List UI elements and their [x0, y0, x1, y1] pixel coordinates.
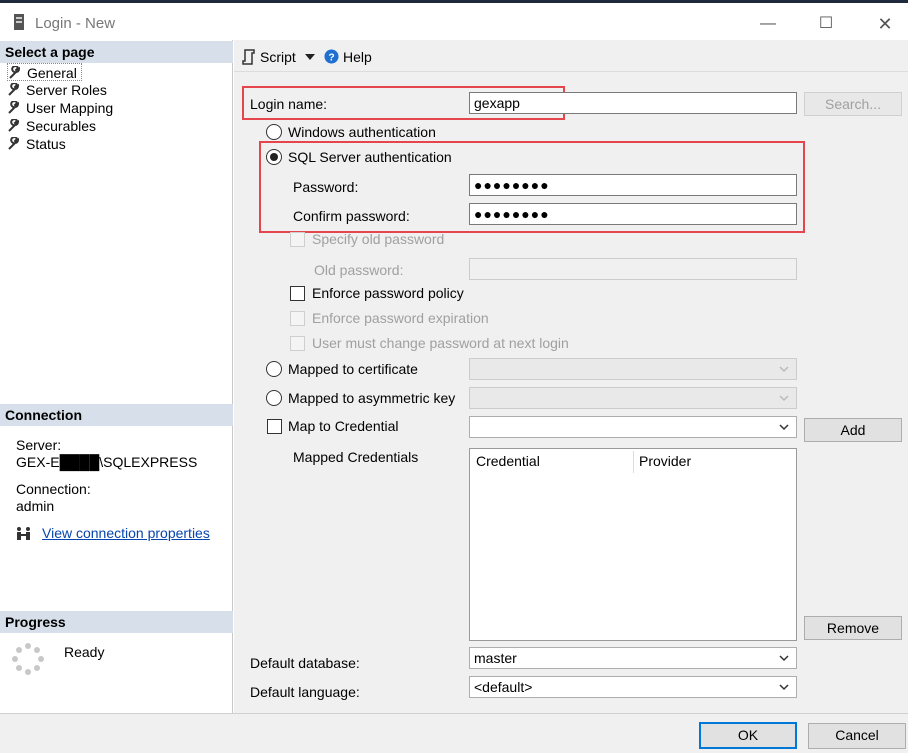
window-title: Login - New: [35, 15, 116, 32]
must-change-label: User must change password at next login: [312, 335, 569, 351]
windows-auth-label: Windows authentication: [288, 124, 436, 140]
title-bar: Login - New — ☐ ✕: [0, 3, 908, 40]
specify-old-password-checkbox[interactable]: [290, 232, 305, 247]
enforce-policy-checkbox[interactable]: [290, 286, 305, 301]
page-item-label: General: [27, 65, 77, 81]
grid-header-divider: [633, 451, 634, 473]
minimize-button[interactable]: —: [748, 11, 788, 37]
wrench-icon: [8, 137, 20, 150]
close-button[interactable]: ✕: [865, 11, 905, 37]
add-button[interactable]: Add: [804, 418, 902, 442]
page-item-status[interactable]: Status: [7, 135, 66, 153]
chevron-down-icon: [779, 684, 789, 691]
page-item-label: Securables: [26, 118, 97, 134]
must-change-checkbox[interactable]: [290, 336, 305, 351]
server-label: Server:: [16, 437, 62, 453]
connection-value: admin: [16, 498, 55, 514]
mapped-asym-key-radio[interactable]: [266, 390, 282, 406]
page-item-general[interactable]: General: [7, 63, 82, 81]
wrench-icon: [9, 66, 21, 79]
mapped-certificate-radio[interactable]: [266, 361, 282, 377]
progress-header: Progress: [0, 611, 233, 633]
sql-auth-radio[interactable]: [266, 149, 282, 165]
enforce-policy-label: Enforce password policy: [312, 285, 464, 301]
help-button[interactable]: Help: [343, 49, 372, 65]
default-language-label: Default language:: [250, 684, 360, 700]
page-item-server-roles[interactable]: Server Roles: [7, 81, 107, 99]
wrench-icon: [8, 119, 20, 132]
default-database-select[interactable]: master: [469, 647, 797, 669]
specify-old-password-label: Specify old password: [312, 231, 445, 247]
page-item-securables[interactable]: Securables: [7, 117, 96, 135]
svg-text:?: ?: [328, 52, 334, 63]
map-credential-label: Map to Credential: [288, 418, 399, 434]
certificate-select[interactable]: [469, 358, 797, 380]
default-language-select[interactable]: <default>: [469, 676, 797, 698]
chevron-down-icon: [779, 395, 789, 402]
asym-key-select[interactable]: [469, 387, 797, 409]
wrench-icon: [8, 101, 20, 114]
enforce-expiration-checkbox[interactable]: [290, 311, 305, 326]
remove-button[interactable]: Remove: [804, 616, 902, 640]
page-item-label: Status: [26, 136, 66, 152]
old-password-label: Old password:: [314, 262, 404, 278]
default-database-value: master: [474, 650, 517, 666]
default-database-label: Default database:: [250, 655, 360, 671]
connection-properties-icon: [17, 527, 30, 540]
server-icon: [14, 14, 24, 30]
progress-status: Ready: [64, 644, 105, 660]
cancel-button[interactable]: Cancel: [808, 723, 906, 749]
mapped-certificate-label: Mapped to certificate: [288, 361, 418, 377]
grid-header-credential[interactable]: Credential: [476, 453, 540, 469]
dropdown-arrow-icon[interactable]: [305, 54, 315, 61]
mapped-credentials-label: Mapped Credentials: [293, 449, 419, 465]
credential-select[interactable]: [469, 416, 797, 438]
search-button[interactable]: Search...: [804, 92, 902, 116]
map-credential-checkbox[interactable]: [267, 419, 282, 434]
page-item-label: Server Roles: [26, 82, 107, 98]
confirm-password-input[interactable]: ●●●●●●●●: [469, 203, 797, 225]
password-label: Password:: [293, 179, 359, 195]
server-value: GEX-E████\SQLEXPRESS: [16, 454, 198, 470]
login-name-input[interactable]: gexapp: [469, 92, 797, 114]
connection-header: Connection: [0, 404, 233, 426]
ok-button[interactable]: OK: [699, 722, 797, 749]
password-input[interactable]: ●●●●●●●●: [469, 174, 797, 196]
grid-header-provider[interactable]: Provider: [639, 453, 691, 469]
enforce-expiration-label: Enforce password expiration: [312, 310, 489, 326]
chevron-down-icon: [779, 424, 789, 431]
chevron-down-icon: [779, 366, 789, 373]
login-name-label: Login name:: [250, 96, 328, 112]
select-page-header: Select a page: [0, 41, 233, 63]
help-icon: ?: [324, 49, 339, 64]
script-icon: [242, 49, 255, 65]
view-connection-properties-link[interactable]: View connection properties: [42, 525, 210, 541]
mapped-asym-key-label: Mapped to asymmetric key: [288, 390, 456, 406]
page-item-user-mapping[interactable]: User Mapping: [7, 99, 113, 117]
script-button[interactable]: Script: [260, 49, 296, 65]
default-language-value: <default>: [474, 679, 533, 695]
maximize-button[interactable]: ☐: [806, 11, 846, 37]
mapped-credentials-grid[interactable]: Credential Provider: [469, 448, 797, 641]
sql-auth-label: SQL Server authentication: [288, 149, 452, 165]
confirm-password-label: Confirm password:: [293, 208, 410, 224]
old-password-input[interactable]: [469, 258, 797, 280]
chevron-down-icon: [779, 655, 789, 662]
page-item-label: User Mapping: [26, 100, 114, 116]
windows-auth-radio[interactable]: [266, 124, 282, 140]
connection-label: Connection:: [16, 481, 91, 497]
wrench-icon: [8, 83, 20, 96]
progress-spinner-icon: [12, 643, 44, 675]
